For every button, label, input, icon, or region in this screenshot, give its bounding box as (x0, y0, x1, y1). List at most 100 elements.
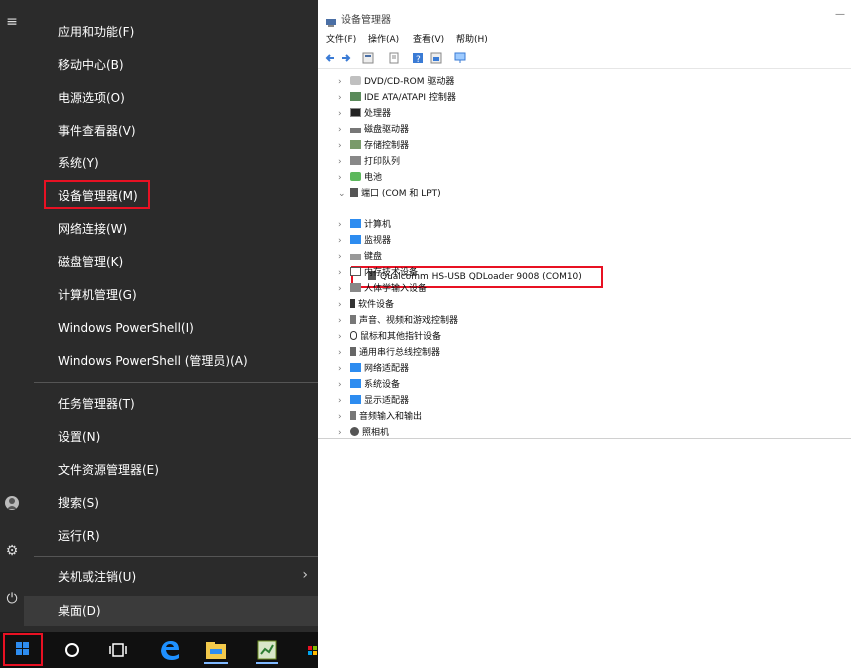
chevron-right-icon[interactable]: › (338, 316, 350, 326)
menu-item-task-manager[interactable]: 任务管理器(T) (58, 393, 135, 415)
software-device-icon (350, 299, 355, 308)
chevron-right-icon[interactable]: › (338, 428, 350, 438)
chevron-right-icon[interactable]: › (338, 109, 350, 119)
menu-file[interactable]: 文件(F) (326, 32, 356, 45)
monitor-icon (350, 235, 361, 244)
tree-node-mouse[interactable]: › 鼠标和其他指针设备 (338, 329, 441, 344)
tree-node-ports[interactable]: ⌄ 端口 (COM 和 LPT) (338, 186, 441, 201)
menu-item-network-connections[interactable]: 网络连接(W) (58, 218, 127, 240)
monitor-icon[interactable] (454, 52, 466, 64)
menu-item-file-explorer[interactable]: 文件资源管理器(E) (58, 459, 159, 481)
document-icon[interactable] (388, 52, 400, 64)
menu-item-power-options[interactable]: 电源选项(O) (58, 87, 125, 109)
menu-item-system[interactable]: 系统(Y) (58, 152, 99, 174)
cortana-icon[interactable] (62, 638, 82, 662)
power-icon[interactable]: ⏻ (0, 591, 24, 607)
menu-view[interactable]: 查看(V) (413, 32, 444, 45)
chevron-right-icon[interactable]: › (338, 268, 350, 278)
menu-item-device-manager[interactable]: 设备管理器(M) (58, 185, 138, 207)
tree-node-camera[interactable]: › 照相机 (338, 425, 389, 440)
tree-node-dvd[interactable]: › DVD/CD-ROM 驱动器 (338, 74, 454, 89)
user-avatar-icon[interactable] (0, 496, 24, 514)
chevron-right-icon[interactable]: › (338, 220, 350, 230)
menu-item-event-viewer[interactable]: 事件查看器(V) (58, 120, 136, 142)
chevron-right-icon[interactable]: › (338, 332, 350, 342)
chevron-down-icon[interactable]: ⌄ (338, 189, 350, 199)
back-arrow-icon[interactable] (324, 52, 336, 64)
menu-item-disk-management[interactable]: 磁盘管理(K) (58, 251, 123, 273)
start-rail: ≡ ⚙ ⏻ (0, 0, 24, 632)
minimize-icon[interactable]: — (835, 9, 845, 20)
menu-item-desktop[interactable]: 桌面(D) (58, 600, 101, 622)
chevron-right-icon[interactable]: › (338, 93, 350, 103)
menu-action[interactable]: 操作(A) (368, 32, 399, 45)
menu-help[interactable]: 帮助(H) (456, 32, 488, 45)
edge-icon[interactable] (158, 638, 182, 662)
hid-icon (350, 283, 361, 292)
tree-node-software[interactable]: › 软件设备 (338, 297, 394, 312)
view-icon[interactable] (430, 52, 442, 64)
menu-item-shutdown[interactable]: 关机或注销(U) (58, 566, 136, 588)
menu-item-mobility-center[interactable]: 移动中心(B) (58, 54, 124, 76)
chevron-right-icon[interactable]: › (338, 284, 350, 294)
tree-node-battery[interactable]: › 电池 (338, 170, 382, 185)
camera-icon (350, 427, 359, 436)
menu-item-computer-management[interactable]: 计算机管理(G) (58, 284, 137, 306)
menu-item-apps-features[interactable]: 应用和功能(F) (58, 21, 134, 43)
chevron-right-icon[interactable]: › (338, 77, 350, 87)
tree-node-keyboard[interactable]: › 键盘 (338, 249, 382, 264)
menu-item-run[interactable]: 运行(R) (58, 525, 100, 547)
tree-label: 音频输入和输出 (359, 412, 423, 422)
chevron-right-icon[interactable]: › (338, 380, 350, 390)
tree-label: 监视器 (364, 236, 392, 246)
chevron-right-icon[interactable]: › (338, 125, 350, 135)
tree-node-usb[interactable]: › 通用串行总线控制器 (338, 345, 440, 360)
start-button[interactable] (3, 633, 43, 666)
tree-node-display[interactable]: › 显示适配器 (338, 393, 409, 408)
tree-node-ide[interactable]: › IDE ATA/ATAPI 控制器 (338, 90, 456, 105)
chevron-right-icon[interactable]: › (338, 412, 350, 422)
dvd-drive-icon (350, 76, 361, 85)
tree-node-processor[interactable]: › 处理器 (338, 106, 391, 121)
title-bar[interactable]: 设备管理器 — (318, 0, 851, 30)
tree-node-audio[interactable]: › 音频输入和输出 (338, 409, 422, 424)
chevron-right-icon[interactable]: › (338, 252, 350, 262)
file-explorer-icon[interactable] (204, 638, 228, 664)
windows-app-icon[interactable] (306, 638, 318, 662)
tree-node-hid[interactable]: › 人体学输入设备 (338, 281, 427, 296)
tree-label: 电池 (364, 173, 383, 183)
chevron-right-icon[interactable]: › (338, 396, 350, 406)
tree-label: 通用串行总线控制器 (359, 348, 441, 358)
menu-item-search[interactable]: 搜索(S) (58, 492, 99, 514)
chevron-right-icon[interactable]: › (338, 157, 350, 167)
tree-label: 人体学输入设备 (364, 284, 428, 294)
menu-item-powershell[interactable]: Windows PowerShell(I) (58, 317, 194, 339)
forward-arrow-icon[interactable] (340, 52, 352, 64)
tree-label: 系统设备 (364, 380, 401, 390)
tree-node-network[interactable]: › 网络适配器 (338, 361, 409, 376)
properties-icon[interactable] (362, 52, 374, 64)
help-icon[interactable]: ? (412, 52, 424, 64)
tree-label: 软件设备 (358, 300, 395, 310)
tree-node-print[interactable]: › 打印队列 (338, 154, 400, 169)
task-view-icon[interactable] (108, 638, 128, 662)
menu-item-settings[interactable]: 设置(N) (58, 426, 100, 448)
tree-node-computer[interactable]: › 计算机 (338, 217, 391, 232)
chevron-right-icon[interactable]: › (338, 348, 350, 358)
chevron-right-icon[interactable]: › (338, 300, 350, 310)
tree-node-system[interactable]: › 系统设备 (338, 377, 400, 392)
gear-icon[interactable]: ⚙ (0, 543, 24, 559)
chevron-right-icon[interactable]: › (338, 141, 350, 151)
app-icon[interactable] (256, 638, 278, 664)
chevron-right-icon[interactable]: › (338, 236, 350, 246)
tree-node-sound[interactable]: › 声音、视频和游戏控制器 (338, 313, 458, 328)
hamburger-icon[interactable]: ≡ (0, 14, 24, 30)
tree-node-disk[interactable]: › 磁盘驱动器 (338, 122, 409, 137)
chevron-right-icon[interactable]: › (338, 173, 350, 183)
tree-node-memory[interactable]: › 内存技术设备 (338, 265, 418, 280)
tree-node-storage[interactable]: › 存储控制器 (338, 138, 409, 153)
chevron-right-icon[interactable]: › (338, 364, 350, 374)
menu-item-powershell-admin[interactable]: Windows PowerShell (管理员)(A) (58, 350, 248, 372)
tree-node-monitor[interactable]: › 监视器 (338, 233, 391, 248)
processor-icon (350, 108, 361, 117)
